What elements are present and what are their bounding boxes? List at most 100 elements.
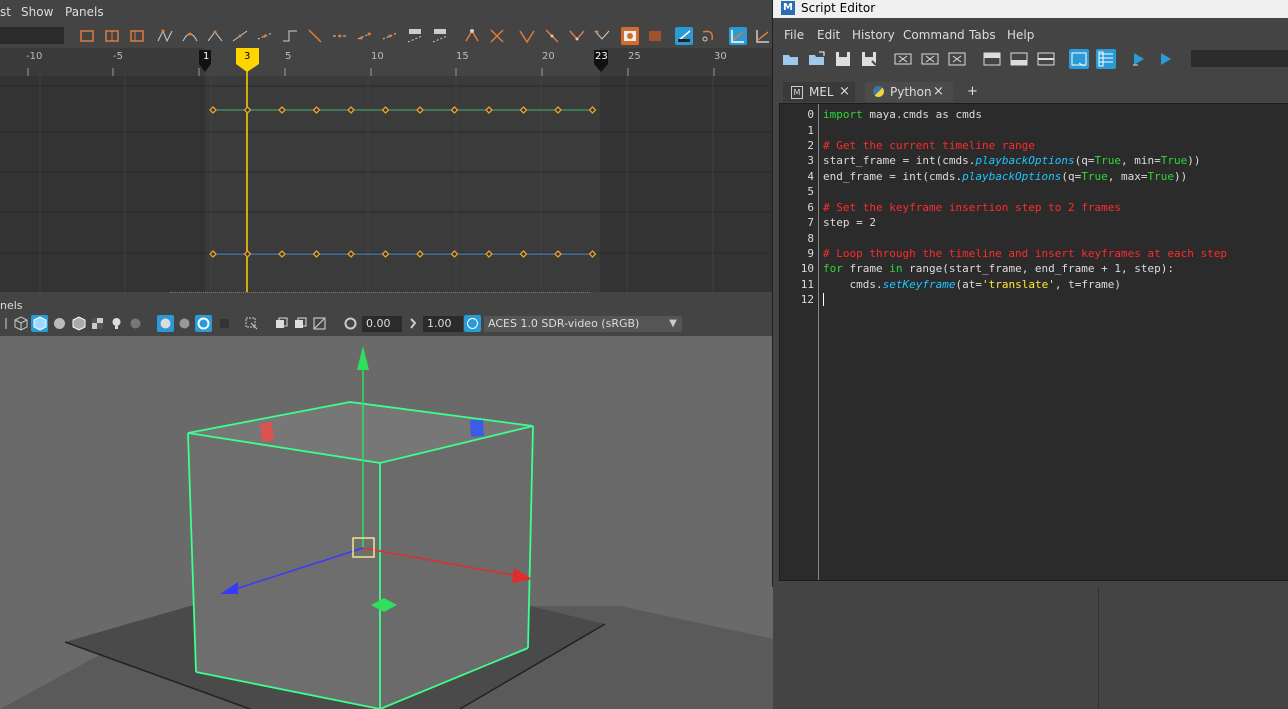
menu-item-show[interactable]: Show bbox=[21, 5, 53, 19]
anti-aliasing-icon[interactable] bbox=[195, 315, 212, 332]
script-editor-window[interactable]: M Script Editor File Edit History Comman… bbox=[772, 0, 1288, 587]
screen-space-ao-icon[interactable] bbox=[157, 315, 174, 332]
menu-help[interactable]: Help bbox=[1007, 28, 1034, 42]
script-editor-menubar: File Edit History Command Tabs Help bbox=[773, 24, 1288, 44]
show-history-icon[interactable] bbox=[982, 49, 1002, 69]
graph-canvas[interactable] bbox=[0, 48, 773, 292]
code-editor[interactable]: 0 1 2 3 4 5 6 7 8 9 10 11 12 import maya… bbox=[779, 103, 1288, 581]
use-all-lights-icon[interactable] bbox=[108, 315, 125, 332]
menu-history[interactable]: History bbox=[852, 28, 895, 42]
menu-file[interactable]: File bbox=[784, 28, 804, 42]
line-number: 1 bbox=[807, 124, 814, 137]
clear-input-icon[interactable] bbox=[920, 49, 940, 69]
buffer-curve-icon[interactable] bbox=[406, 27, 424, 45]
script-editor-titlebar[interactable]: M Script Editor bbox=[773, 0, 1288, 18]
mel-icon: M bbox=[791, 86, 803, 99]
wireframe-icon[interactable] bbox=[12, 315, 29, 332]
show-input-icon[interactable] bbox=[1009, 49, 1029, 69]
exposure-field[interactable]: 0.00 bbox=[362, 316, 402, 332]
step-tangent-icon[interactable] bbox=[281, 27, 299, 45]
line-number: 3 bbox=[807, 154, 814, 167]
chevron-down-icon[interactable]: ▼ bbox=[664, 316, 682, 332]
flat-tangent-icon[interactable] bbox=[256, 27, 274, 45]
spline-tangent-icon[interactable] bbox=[181, 27, 199, 45]
frame-selection-icon[interactable] bbox=[103, 27, 121, 45]
close-icon[interactable]: × bbox=[933, 82, 944, 102]
depth-of-field-icon[interactable] bbox=[216, 315, 233, 332]
quick-help-field[interactable] bbox=[1191, 50, 1288, 67]
denormalize-icon[interactable] bbox=[543, 27, 561, 45]
execute-all-icon[interactable] bbox=[1156, 49, 1176, 69]
snap-times-icon[interactable] bbox=[463, 27, 481, 45]
tab-mel[interactable]: M MEL × bbox=[783, 82, 855, 102]
echo-commands-icon[interactable] bbox=[1069, 49, 1089, 69]
execute-selected-icon[interactable] bbox=[1129, 49, 1149, 69]
menu-command[interactable]: Command bbox=[903, 28, 965, 42]
graph-editor[interactable]: -10 -5 1 3 5 10 15 20 23 25 30 bbox=[0, 48, 773, 292]
tab-python[interactable]: Python × bbox=[865, 82, 953, 102]
curve-filter-icon[interactable] bbox=[593, 27, 611, 45]
break-tangent-icon[interactable] bbox=[331, 27, 349, 45]
add-tab-button[interactable]: + bbox=[967, 84, 978, 99]
source-script-icon[interactable] bbox=[807, 49, 827, 69]
dopesheet-icon[interactable] bbox=[621, 27, 639, 45]
exposure-icon[interactable] bbox=[342, 315, 359, 332]
tick-label: 20 bbox=[542, 51, 555, 62]
line-numbers-icon[interactable] bbox=[1096, 49, 1116, 69]
motion-blur-icon[interactable] bbox=[176, 315, 193, 332]
frame-playback-icon[interactable] bbox=[128, 27, 146, 45]
save-script-icon[interactable] bbox=[833, 49, 853, 69]
python-icon bbox=[873, 86, 884, 97]
menu-tabs[interactable]: Tabs bbox=[969, 28, 996, 42]
auto-tangent-icon[interactable] bbox=[156, 27, 174, 45]
key-ticks-icon[interactable] bbox=[700, 27, 718, 45]
clamped-tangent-icon[interactable] bbox=[206, 27, 224, 45]
shadows-icon[interactable] bbox=[127, 315, 144, 332]
code-line: for frame in range(start_frame, end_fram… bbox=[823, 262, 1175, 275]
tick-label: 25 bbox=[628, 51, 641, 62]
wireframe-on-shaded-icon[interactable] bbox=[70, 315, 87, 332]
range-end-marker[interactable]: 23 bbox=[595, 51, 608, 62]
unify-tangent-icon[interactable] bbox=[356, 27, 374, 45]
isolate-select-icon[interactable] bbox=[243, 315, 260, 332]
absolute-view-icon[interactable] bbox=[754, 27, 772, 45]
close-icon[interactable]: × bbox=[839, 82, 850, 102]
panels-label: nels bbox=[0, 299, 23, 312]
show-both-icon[interactable] bbox=[1036, 49, 1056, 69]
color-space-select[interactable]: ACES 1.0 SDR-video (sRGB) bbox=[484, 316, 668, 332]
color-management-icon[interactable] bbox=[464, 315, 481, 332]
xray-icon[interactable] bbox=[273, 315, 290, 332]
frame-all-icon[interactable] bbox=[78, 27, 96, 45]
filter-field[interactable] bbox=[0, 27, 64, 44]
isolate-curve-icon[interactable] bbox=[568, 27, 586, 45]
gamma-icon[interactable] bbox=[405, 315, 422, 332]
splitter-handle[interactable] bbox=[170, 292, 590, 296]
xray-components-icon[interactable] bbox=[311, 315, 328, 332]
open-script-icon[interactable] bbox=[781, 49, 801, 69]
weighted-tangent-icon[interactable] bbox=[381, 27, 399, 45]
clear-all-icon[interactable] bbox=[947, 49, 967, 69]
snap-values-icon[interactable] bbox=[488, 27, 506, 45]
menu-item-list[interactable]: st bbox=[0, 5, 11, 19]
current-frame-marker[interactable]: 3 bbox=[244, 51, 250, 62]
save-to-shelf-icon[interactable] bbox=[859, 49, 879, 69]
plateau-tangent-icon[interactable] bbox=[306, 27, 324, 45]
swap-buffer-icon[interactable] bbox=[431, 27, 449, 45]
time-ruler-icon[interactable] bbox=[675, 27, 693, 45]
menu-item-panels[interactable]: Panels bbox=[65, 5, 104, 19]
stacked-curves-icon[interactable] bbox=[729, 27, 747, 45]
range-start-marker[interactable]: 1 bbox=[203, 51, 209, 62]
line-number: 6 bbox=[807, 201, 814, 214]
script-editor-toolbar bbox=[773, 44, 1288, 74]
xray-joints-icon[interactable] bbox=[292, 315, 309, 332]
normalize-icon[interactable] bbox=[518, 27, 536, 45]
default-material-icon[interactable] bbox=[51, 315, 68, 332]
clear-history-icon[interactable] bbox=[893, 49, 913, 69]
trax-icon[interactable] bbox=[646, 27, 664, 45]
gamma-field[interactable]: 1.00 bbox=[423, 316, 463, 332]
line-number: 12 bbox=[800, 293, 814, 306]
textured-icon[interactable] bbox=[89, 315, 106, 332]
linear-tangent-icon[interactable] bbox=[231, 27, 249, 45]
menu-edit[interactable]: Edit bbox=[817, 28, 840, 42]
smooth-shade-icon[interactable] bbox=[31, 315, 48, 332]
